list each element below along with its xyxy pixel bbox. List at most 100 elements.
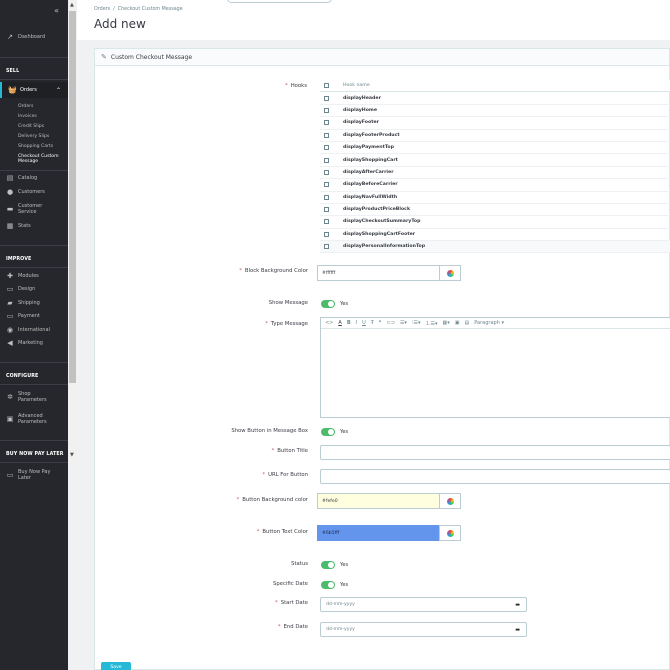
sidebar-item-buy-now-pay-later[interactable]: ▭ Buy Now Pay Later xyxy=(0,464,68,486)
color-value[interactable]: #ffffff xyxy=(317,265,439,281)
sidebar-item-shipping[interactable]: ▰ Shipping xyxy=(0,296,68,310)
code-icon[interactable]: <> xyxy=(325,320,333,326)
numbered-list-icon[interactable]: ⒈☰▾ xyxy=(426,320,438,327)
sidebar-item-dashboard[interactable]: ↗ Dashboard xyxy=(0,29,68,45)
show-message-toggle[interactable]: Yes xyxy=(321,300,348,308)
color-picker-button[interactable] xyxy=(439,493,461,509)
button-bg-color-field[interactable]: #fefe0 xyxy=(317,493,461,509)
sidebar-item-payment[interactable]: ▭ Payment xyxy=(0,310,68,324)
save-button[interactable]: Save xyxy=(101,662,131,670)
sidebar-sub-invoices[interactable]: Invoices xyxy=(0,111,68,121)
hook-checkbox[interactable] xyxy=(324,207,329,213)
bullet-list-icon[interactable]: ⁝☰▾ xyxy=(412,320,421,326)
align-icon[interactable]: ☰▾ xyxy=(400,320,407,326)
table-row: displayHeader xyxy=(320,92,670,105)
hook-checkbox[interactable] xyxy=(324,219,329,225)
calendar-icon[interactable]: ▬ xyxy=(515,627,520,633)
toggle-switch[interactable] xyxy=(321,300,335,308)
pencil-icon: ✎ xyxy=(101,53,107,61)
block-bg-color-field[interactable]: #ffffff xyxy=(317,265,461,281)
arrow-down-icon[interactable]: ▼ xyxy=(70,452,74,458)
toggle-switch[interactable] xyxy=(321,428,335,436)
sliders-icon: ▣ xyxy=(6,415,14,423)
breadcrumb-separator: / xyxy=(113,7,115,12)
sidebar-item-advanced-parameters[interactable]: ▣ Advanced Parameters xyxy=(0,408,68,430)
sidebar-item-design[interactable]: ▭ Design xyxy=(0,283,68,297)
arrow-up-icon[interactable]: ▲ xyxy=(70,2,74,8)
button-title-input[interactable] xyxy=(320,445,670,460)
card-icon: ▭ xyxy=(6,471,14,479)
table-icon[interactable]: ▦▾ xyxy=(443,320,450,326)
select-all-checkbox[interactable] xyxy=(324,83,329,89)
strikethrough-icon[interactable]: Ŧ xyxy=(371,320,374,326)
hook-checkbox[interactable] xyxy=(324,120,329,126)
hook-checkbox[interactable] xyxy=(324,244,329,250)
bold-icon[interactable]: B xyxy=(347,320,351,326)
color-picker-button[interactable] xyxy=(439,525,461,541)
hook-checkbox[interactable] xyxy=(324,95,329,101)
hook-checkbox[interactable] xyxy=(324,194,329,200)
hook-checkbox[interactable] xyxy=(324,107,329,113)
sidebar-item-international[interactable]: ◉ International xyxy=(0,323,68,337)
end-date-input[interactable]: dd-mm-yyyy ▬ xyxy=(320,622,527,637)
text-color-icon[interactable]: A xyxy=(338,320,341,326)
specific-date-toggle[interactable]: Yes xyxy=(321,581,348,589)
sidebar-scrollbar[interactable]: ▲ ▼ xyxy=(68,0,77,465)
sidebar-sub-credit-slips[interactable]: Credit Slips xyxy=(0,121,68,131)
hook-checkbox[interactable] xyxy=(324,145,329,151)
calendar-icon[interactable]: ▬ xyxy=(515,602,520,608)
hook-checkbox[interactable] xyxy=(324,157,329,163)
sidebar-label: Dashboard xyxy=(18,34,46,40)
sidebar-sub-checkout-message[interactable]: Checkout Custom Message xyxy=(0,151,68,167)
collapse-icon[interactable]: « xyxy=(54,6,59,15)
breadcrumb-item[interactable]: Checkout Custom Message xyxy=(118,7,183,12)
button-bg-label: * Button Background color xyxy=(108,497,308,503)
table-row: displayHome xyxy=(320,105,670,118)
color-picker-button[interactable] xyxy=(439,265,461,281)
hook-checkbox[interactable] xyxy=(324,169,329,175)
label-text: Button Background color xyxy=(242,497,308,503)
sidebar-item-customers[interactable]: ● Customers xyxy=(0,185,68,199)
sidebar-sub-delivery-slips[interactable]: Delivery Slips xyxy=(0,131,68,141)
italic-icon[interactable]: I xyxy=(356,320,357,326)
sidebar: « ↗ Dashboard SELL 🧺 Orders ⌃ Orders Inv… xyxy=(0,0,68,670)
color-wheel-icon xyxy=(446,497,454,505)
scroll-thumb[interactable] xyxy=(69,11,76,383)
search-input[interactable] xyxy=(227,0,332,3)
stats-icon: ▦ xyxy=(6,222,14,230)
end-date-label: * End Date xyxy=(108,624,308,630)
sidebar-item-catalog[interactable]: ▤ Catalog xyxy=(0,171,68,185)
button-text-color-label: * Button Text Color xyxy=(108,529,308,535)
sidebar-item-orders[interactable]: 🧺 Orders ⌃ xyxy=(0,82,68,98)
color-value[interactable]: #fefe0 xyxy=(317,493,439,509)
color-value[interactable]: #6b5fff xyxy=(317,525,439,541)
url-button-input[interactable] xyxy=(320,469,670,484)
hook-checkbox[interactable] xyxy=(324,231,329,237)
sidebar-item-stats[interactable]: ▦ Stats xyxy=(0,219,68,233)
breadcrumb-item[interactable]: Orders xyxy=(94,7,110,12)
button-text-color-field[interactable]: #6b5fff xyxy=(317,525,461,541)
sidebar-item-marketing[interactable]: ◀ Marketing xyxy=(0,337,68,351)
show-button-toggle[interactable]: Yes xyxy=(321,428,348,436)
toggle-switch[interactable] xyxy=(321,561,335,569)
hook-checkbox[interactable] xyxy=(324,132,329,138)
sidebar-item-modules[interactable]: ✚ Modules xyxy=(0,269,68,283)
underline-icon[interactable]: U xyxy=(362,320,366,326)
sidebar-item-shop-parameters[interactable]: ✲ Shop Parameters xyxy=(0,386,68,408)
status-toggle[interactable]: Yes xyxy=(321,561,348,569)
table-row: displayShoppingCartFooter xyxy=(320,229,670,242)
sidebar-sub-shopping-carts[interactable]: Shopping Carts xyxy=(0,141,68,151)
media-icon[interactable]: ▤ xyxy=(465,320,470,326)
format-select[interactable]: Paragraph ▾ xyxy=(474,320,504,326)
sidebar-sub-orders[interactable]: Orders xyxy=(0,101,68,111)
message-editor[interactable]: <> A B I U Ŧ ❞ ⊂⊃ ☰▾ ⁝☰▾ ⒈☰▾ ▦▾ ▣ ▤ Para… xyxy=(320,317,670,418)
sidebar-item-customer-service[interactable]: ▬ Customer Service xyxy=(0,199,68,219)
hook-checkbox[interactable] xyxy=(324,182,329,188)
quote-icon[interactable]: ❞ xyxy=(379,320,382,326)
link-icon[interactable]: ⊂⊃ xyxy=(387,320,395,326)
image-icon[interactable]: ▣ xyxy=(455,320,460,326)
chat-icon: ▬ xyxy=(6,205,14,213)
table-row: displayPaymentTop xyxy=(320,142,670,155)
start-date-input[interactable]: dd-mm-yyyy ▬ xyxy=(320,597,527,612)
toggle-switch[interactable] xyxy=(321,581,335,589)
